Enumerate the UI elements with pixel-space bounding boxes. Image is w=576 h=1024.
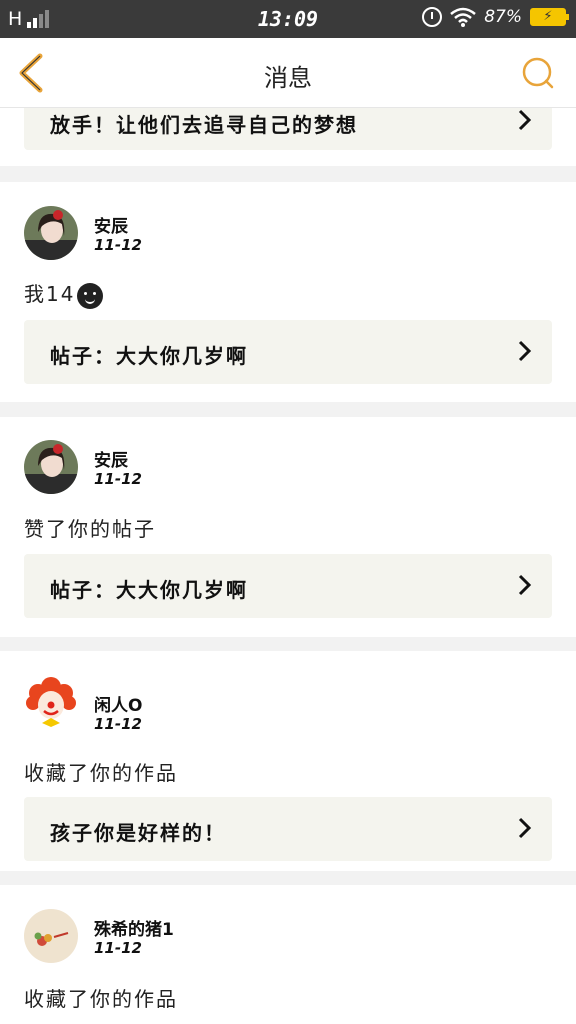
avatar[interactable] [24, 440, 78, 494]
message-date: 11-12 [94, 236, 142, 254]
page-title: 消息 [264, 64, 312, 92]
avatar[interactable] [24, 909, 78, 963]
back-button[interactable] [12, 52, 52, 94]
chevron-right-icon [518, 109, 532, 131]
post-link-text: 帖子：大大你几岁啊 [50, 578, 248, 602]
message-text: 赞了你的帖子 [24, 517, 156, 541]
wifi-icon [450, 7, 477, 27]
chevron-right-icon [518, 574, 532, 596]
chevron-right-icon [518, 340, 532, 362]
smiley-emoji-icon [77, 282, 104, 309]
message-text: 收藏了你的作品 [24, 987, 178, 1011]
alarm-icon [422, 7, 443, 27]
post-link-text: 孩子你是好样的！ [50, 821, 226, 845]
post-link-text: 帖子：大大你几岁啊 [50, 344, 248, 368]
username[interactable]: 闲人O [94, 691, 142, 716]
message-card: 安辰 11-12 我14 帖子：大大你几岁啊 [0, 182, 576, 402]
post-link[interactable]: 帖子：大大你几岁啊 [24, 554, 552, 618]
message-text: 收藏了你的作品 [24, 761, 178, 785]
avatar[interactable] [24, 206, 78, 260]
message-content: 我14 [24, 282, 76, 306]
message-card: 殊希的猪1 11-12 收藏了你的作品 [0, 885, 576, 1024]
username[interactable]: 安辰 [94, 446, 128, 471]
avatar[interactable] [24, 675, 78, 729]
post-link[interactable]: 孩子你是好样的！ [24, 797, 552, 861]
post-link[interactable]: 帖子：大大你几岁啊 [24, 320, 552, 384]
user-photo-icon [24, 206, 78, 260]
food-photo-icon [24, 909, 78, 963]
message-card: 安辰 11-12 赞了你的帖子 帖子：大大你几岁啊 [0, 417, 576, 637]
user-photo-icon [24, 440, 78, 494]
battery-icon: ⚡ [530, 8, 569, 26]
username[interactable]: 安辰 [94, 212, 128, 237]
status-icons: 87% ⚡ [422, 7, 569, 27]
message-date: 11-12 [94, 715, 142, 733]
nav-bar: 消息 [0, 38, 576, 108]
post-link-text: 放手！让他们去追寻自己的梦想 [50, 113, 358, 137]
message-text: 我14 [24, 278, 104, 309]
message-date: 11-12 [94, 470, 142, 488]
clown-avatar-icon [24, 675, 78, 729]
username[interactable]: 殊希的猪1 [94, 915, 174, 940]
battery-percent: 87% [484, 7, 522, 27]
message-card: 放手！让他们去追寻自己的梦想 [0, 88, 576, 166]
message-date: 11-12 [94, 939, 142, 957]
message-card: 闲人O 11-12 收藏了你的作品 孩子你是好样的！ [0, 651, 576, 871]
status-bar: H 13:09 87% ⚡ [0, 0, 576, 38]
chevron-right-icon [518, 817, 532, 839]
search-button[interactable] [520, 55, 556, 91]
